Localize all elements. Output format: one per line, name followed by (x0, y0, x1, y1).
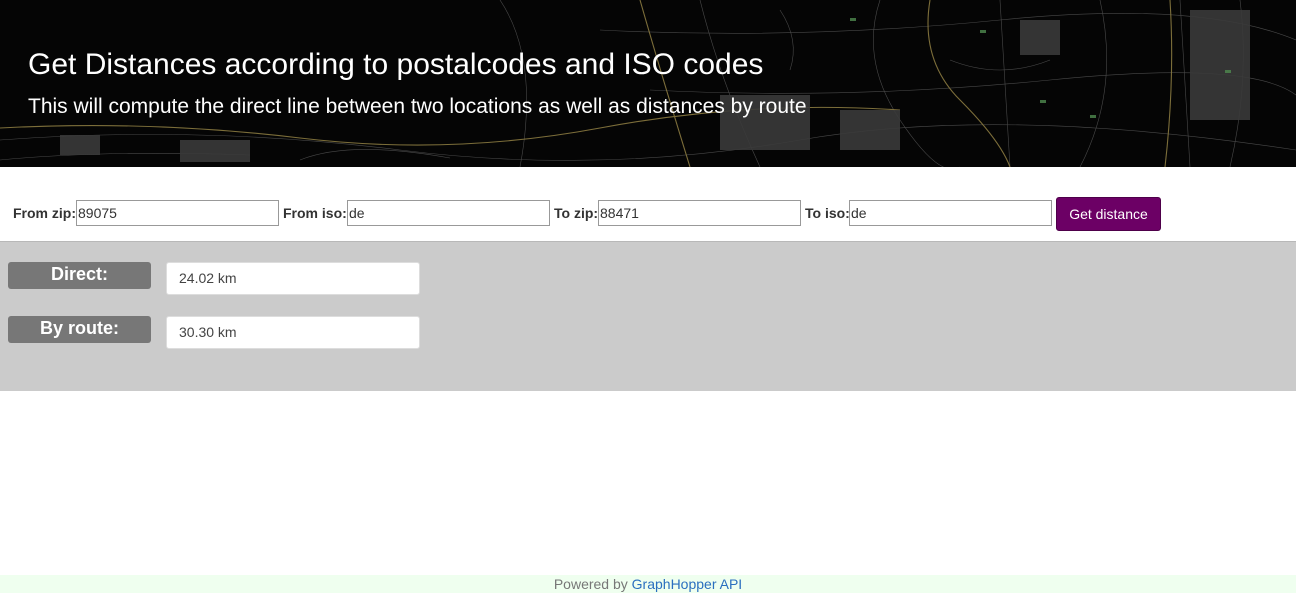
page-subtitle: This will compute the direct line betwee… (28, 95, 807, 118)
map-background-image (0, 0, 1296, 167)
from-iso-label: From iso: (283, 205, 347, 221)
to-iso-input[interactable] (849, 200, 1052, 226)
header-banner: Get Distances according to postalcodes a… (0, 0, 1296, 167)
page-title: Get Distances according to postalcodes a… (28, 48, 764, 81)
by-route-label: By route: (8, 316, 151, 343)
get-distance-button[interactable]: Get distance (1056, 197, 1161, 231)
from-iso-input[interactable] (347, 200, 550, 226)
direct-distance-value: 24.02 km (166, 262, 420, 295)
graphhopper-link[interactable]: GraphHopper API (632, 576, 743, 592)
route-distance-value: 30.30 km (166, 316, 420, 349)
direct-label: Direct: (8, 262, 151, 289)
footer: Powered by GraphHopper API (0, 575, 1296, 593)
to-zip-input[interactable] (598, 200, 801, 226)
to-iso-label: To iso: (805, 205, 850, 221)
results-panel: Direct: 24.02 km By route: 30.30 km (0, 242, 1296, 391)
to-zip-label: To zip: (554, 205, 599, 221)
footer-prefix: Powered by (553, 576, 628, 592)
from-zip-label: From zip: (13, 205, 76, 221)
from-zip-input[interactable] (76, 200, 279, 226)
distance-form: From zip: From iso: To zip: To iso: Get … (0, 167, 1296, 242)
